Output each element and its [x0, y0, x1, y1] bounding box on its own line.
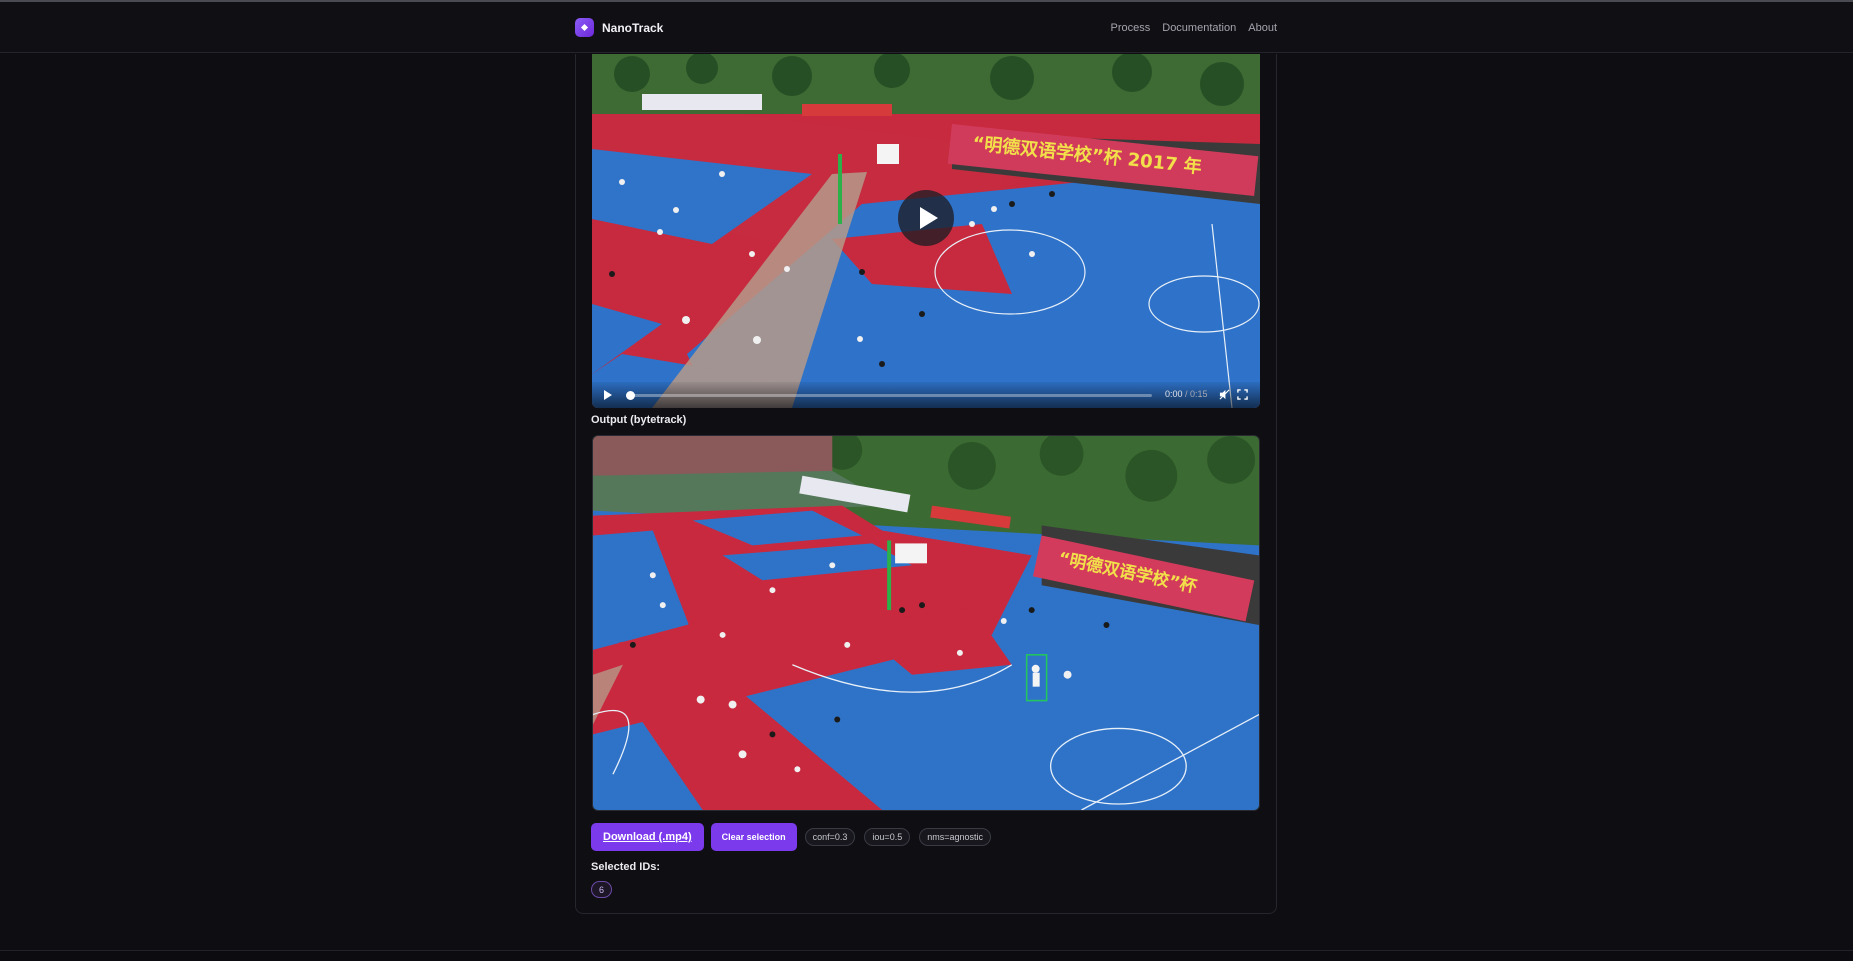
brand[interactable]: NanoTrack [575, 18, 663, 37]
seek-bar[interactable] [626, 391, 1152, 400]
action-row: Download (.mp4) Clear selection conf=0.3… [591, 823, 991, 851]
time-separator: / [1182, 389, 1191, 399]
time-display: 0:00 / 0:15 [1165, 389, 1208, 399]
main-nav: Process Documentation About [1111, 22, 1278, 34]
clear-selection-button[interactable]: Clear selection [710, 823, 797, 851]
nav-process-link[interactable]: Process [1111, 22, 1151, 34]
top-navbar: NanoTrack Process Documentation About [0, 2, 1853, 53]
brand-name: NanoTrack [602, 20, 664, 35]
play-control-icon[interactable] [604, 390, 612, 400]
selected-id-chip[interactable]: 6 [591, 881, 612, 898]
play-icon [919, 207, 938, 229]
param-nms-badge: nms=agnostic [919, 828, 991, 846]
param-conf-badge: conf=0.3 [804, 828, 856, 846]
video-controls-bar: 0:00 / 0:15 [592, 382, 1260, 408]
output-label: Output (bytetrack) [591, 414, 687, 426]
seek-thumb[interactable] [626, 391, 635, 400]
nav-documentation-link[interactable]: Documentation [1162, 22, 1236, 34]
duration: 0:15 [1190, 389, 1208, 399]
output-video[interactable]: “明德双语学校”杯 [592, 435, 1260, 811]
nav-about-link[interactable]: About [1248, 22, 1277, 34]
current-time: 0:00 [1165, 389, 1183, 399]
play-overlay-button[interactable] [898, 190, 954, 246]
param-iou-badge: iou=0.5 [864, 828, 911, 846]
mute-icon[interactable] [1219, 389, 1230, 400]
input-video-player[interactable]: “明德双语学校”杯 2017 年 0:00 / 0:15 [592, 54, 1260, 408]
tracked-box-id-6[interactable] [1027, 656, 1049, 704]
output-video-frame: “明德双语学校”杯 [593, 436, 1259, 810]
download-button[interactable]: Download (.mp4) [591, 823, 704, 851]
fullscreen-icon[interactable] [1237, 389, 1248, 400]
selected-ids-label: Selected IDs: [591, 861, 661, 873]
nanotrack-logo-icon [575, 18, 594, 37]
footer [0, 951, 1853, 961]
